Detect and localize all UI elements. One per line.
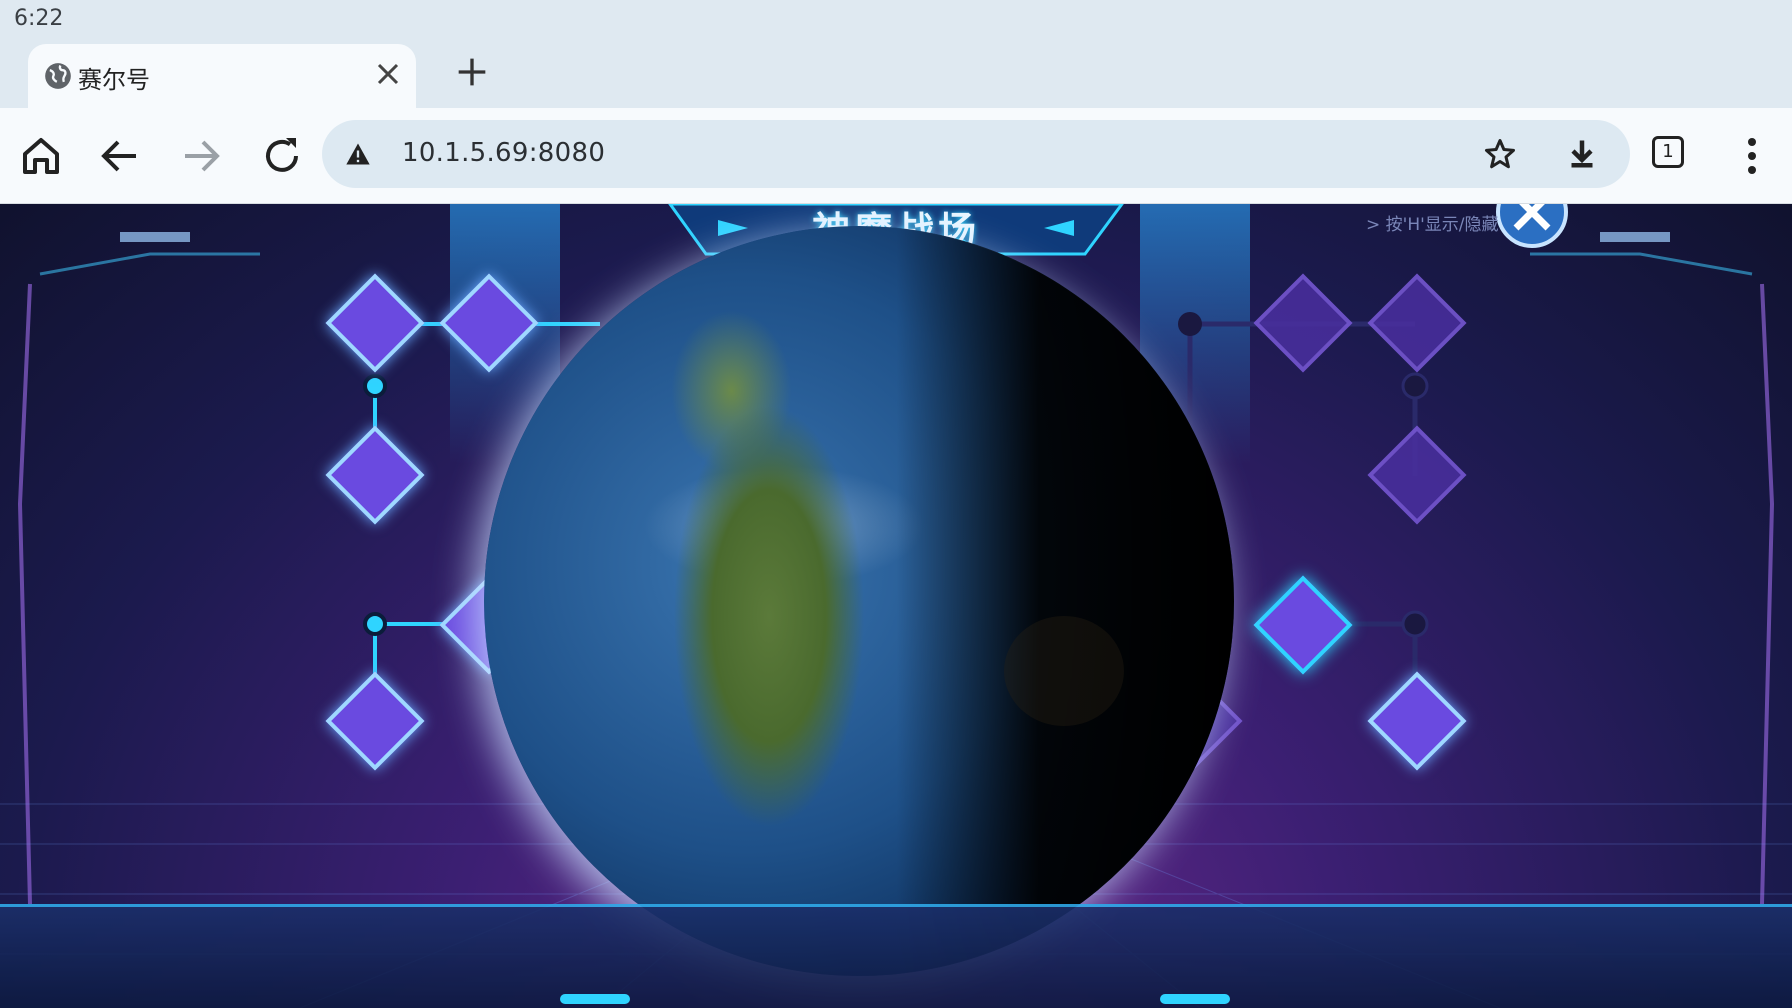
address-bar[interactable]: 10.1.5.69:8080 xyxy=(322,120,1630,188)
tab-title: 赛尔号 xyxy=(78,66,150,94)
reload-icon[interactable] xyxy=(258,132,306,180)
arrow-right-icon[interactable] xyxy=(177,132,225,180)
tab-switcher-button[interactable]: 1 xyxy=(1652,136,1684,168)
plus-icon[interactable] xyxy=(452,52,492,92)
console-light xyxy=(560,994,630,1004)
game-hint: > 按'H'显示/隐藏 xyxy=(1366,215,1499,235)
star-icon[interactable] xyxy=(1482,136,1518,172)
home-icon[interactable] xyxy=(17,132,65,180)
more-vert-icon[interactable] xyxy=(1728,132,1776,180)
close-circle-icon[interactable] xyxy=(1496,204,1568,248)
status-time: 6:22 xyxy=(14,6,64,31)
globe-icon xyxy=(45,63,71,89)
tab-strip: 赛尔号 xyxy=(0,42,1792,110)
status-bar: 6:22 xyxy=(0,0,1792,42)
bottom-console xyxy=(0,904,1792,1008)
console-light xyxy=(1160,994,1230,1004)
url-text[interactable]: 10.1.5.69:8080 xyxy=(402,138,605,168)
browser-toolbar: 10.1.5.69:8080 1 xyxy=(0,108,1792,204)
arrow-left-icon[interactable] xyxy=(96,132,144,180)
close-icon[interactable] xyxy=(370,56,406,92)
download-icon[interactable] xyxy=(1564,136,1600,172)
browser-tab[interactable]: 赛尔号 xyxy=(28,44,416,110)
warning-triangle-icon[interactable] xyxy=(344,140,372,168)
game-canvas[interactable]: 神魔战场 > 按'H'显示/隐藏 xyxy=(0,204,1792,1008)
earth-globe xyxy=(484,226,1234,976)
